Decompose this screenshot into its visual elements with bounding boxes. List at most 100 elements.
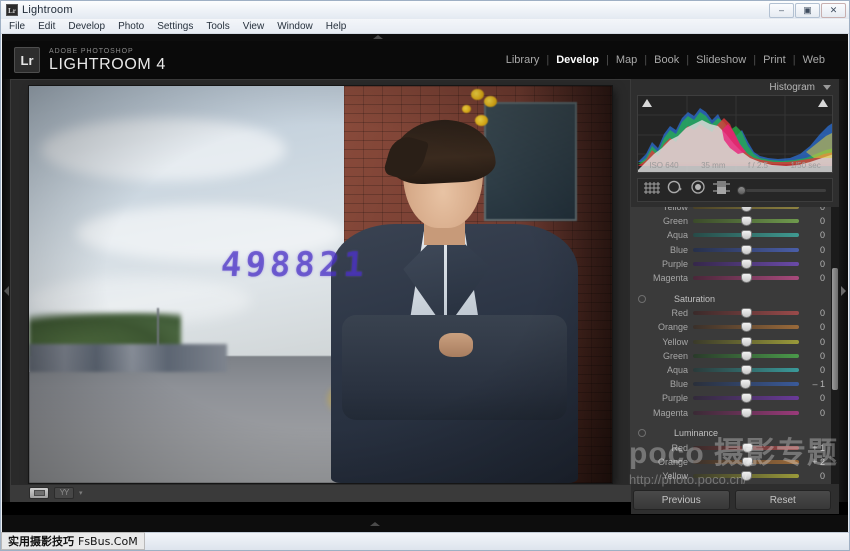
menu-edit[interactable]: Edit <box>38 21 55 32</box>
slider-track[interactable] <box>693 311 799 315</box>
slider-knob[interactable] <box>741 216 752 226</box>
slider-row[interactable]: Blue– 1 <box>631 377 831 391</box>
loupe-view-icon[interactable] <box>29 487 49 499</box>
maximize-button[interactable]: ▣ <box>795 3 820 18</box>
slider-knob[interactable] <box>741 408 752 418</box>
slider-track[interactable] <box>693 325 799 329</box>
slider-value[interactable]: 0 <box>799 230 825 240</box>
slider-row[interactable]: Green0 <box>631 349 831 363</box>
section-header-luminance[interactable]: Luminance <box>631 426 831 441</box>
module-print[interactable]: Print <box>756 54 793 66</box>
menu-file[interactable]: File <box>9 21 25 32</box>
slider-knob[interactable] <box>741 351 752 361</box>
module-library[interactable]: Library <box>499 54 547 66</box>
slider-knob[interactable] <box>741 337 752 347</box>
module-web[interactable]: Web <box>796 54 832 66</box>
slider-row[interactable]: Orange+ 2 <box>631 455 831 469</box>
slider-row[interactable]: Magenta0 <box>631 405 831 419</box>
scrollbar-thumb[interactable] <box>832 268 838 390</box>
slider-track[interactable] <box>693 460 799 464</box>
slider-knob[interactable] <box>741 308 752 318</box>
slider-value[interactable]: 0 <box>799 322 825 332</box>
slider-knob[interactable] <box>741 207 752 212</box>
menu-help[interactable]: Help <box>326 21 347 32</box>
slider-track[interactable] <box>693 368 799 372</box>
close-button[interactable]: ✕ <box>821 3 846 18</box>
menu-view[interactable]: View <box>243 21 265 32</box>
right-panel-scrollbar[interactable] <box>831 207 839 484</box>
slider-row[interactable]: Yellow0 <box>631 469 831 483</box>
slider-value[interactable]: 0 <box>799 337 825 347</box>
slider-row[interactable]: Yellow0 <box>631 335 831 349</box>
slider-row[interactable]: Aqua0 <box>631 228 831 242</box>
slider-knob[interactable] <box>740 379 751 389</box>
chevron-down-icon[interactable]: ▾ <box>79 489 83 497</box>
slider-track[interactable] <box>693 233 799 237</box>
slider-track[interactable] <box>693 446 799 450</box>
module-develop[interactable]: Develop <box>549 54 606 66</box>
slider-row[interactable]: Green+ 13 <box>631 483 831 484</box>
slider-row[interactable]: Purple0 <box>631 391 831 405</box>
previous-button[interactable]: Previous <box>633 490 730 510</box>
reset-button[interactable]: Reset <box>735 490 832 510</box>
left-panel-toggle[interactable] <box>2 79 10 502</box>
slider-track[interactable] <box>693 354 799 358</box>
module-slideshow[interactable]: Slideshow <box>689 54 753 66</box>
slider-row[interactable]: Magenta0 <box>631 271 831 285</box>
menu-photo[interactable]: Photo <box>118 21 144 32</box>
slider-value[interactable]: + 2 <box>799 457 825 467</box>
spot-removal-icon[interactable] <box>667 180 683 200</box>
target-adjustment-icon[interactable] <box>638 429 646 437</box>
slider-track[interactable] <box>693 276 799 280</box>
slider-knob[interactable] <box>741 259 752 269</box>
target-adjustment-icon[interactable] <box>638 295 646 303</box>
slider-row[interactable]: Orange0 <box>631 320 831 334</box>
slider-knob[interactable] <box>742 457 753 467</box>
module-book[interactable]: Book <box>647 54 686 66</box>
minimize-button[interactable]: – <box>769 3 794 18</box>
menu-develop[interactable]: Develop <box>68 21 105 32</box>
slider-knob[interactable] <box>741 365 752 375</box>
slider-track[interactable] <box>693 219 799 223</box>
slider-knob[interactable] <box>741 230 752 240</box>
menu-tools[interactable]: Tools <box>206 21 229 32</box>
slider-value[interactable]: 0 <box>799 259 825 269</box>
slider-value[interactable]: 0 <box>799 471 825 481</box>
menu-settings[interactable]: Settings <box>157 21 193 32</box>
slider-row[interactable]: Blue0 <box>631 243 831 257</box>
slider-row[interactable]: Yellow0 <box>631 207 831 214</box>
slider-track[interactable] <box>693 248 799 252</box>
highlight-clipping-indicator[interactable] <box>818 99 828 107</box>
section-header-saturation[interactable]: Saturation <box>631 291 831 306</box>
menu-window[interactable]: Window <box>277 21 313 32</box>
slider-row[interactable]: Red0 <box>631 306 831 320</box>
slider-value[interactable]: 0 <box>799 308 825 318</box>
slider-value[interactable]: 0 <box>799 216 825 226</box>
top-panel-toggle[interactable] <box>2 34 848 41</box>
slider-knob[interactable] <box>741 322 752 332</box>
compare-view-icon[interactable]: YY <box>54 487 74 499</box>
module-map[interactable]: Map <box>609 54 644 66</box>
chevron-down-icon[interactable] <box>823 85 831 90</box>
slider-value[interactable]: + 1 <box>799 443 825 453</box>
slider-track[interactable] <box>693 474 799 478</box>
slider-knob[interactable] <box>741 393 752 403</box>
slider-value[interactable]: 0 <box>799 245 825 255</box>
slider-row[interactable]: Purple0 <box>631 257 831 271</box>
slider-row[interactable]: Green0 <box>631 214 831 228</box>
red-eye-correction-icon[interactable] <box>690 180 706 200</box>
slider-row[interactable]: Aqua0 <box>631 363 831 377</box>
slider-value[interactable]: – 1 <box>799 379 825 389</box>
photograph[interactable]: 498821 <box>29 86 612 483</box>
slider-row[interactable]: Red+ 1 <box>631 441 831 455</box>
histogram-graph[interactable]: ISO 640 35 mm f / 2.5 1/50 sec <box>637 95 833 173</box>
slider-track[interactable] <box>693 411 799 415</box>
slider-value[interactable]: 0 <box>799 351 825 361</box>
slider-track[interactable] <box>693 396 799 400</box>
adjustment-brush-icon[interactable] <box>737 186 826 195</box>
slider-value[interactable]: 0 <box>799 207 825 212</box>
shadow-clipping-indicator[interactable] <box>642 99 652 107</box>
slider-track[interactable] <box>693 207 799 209</box>
slider-knob[interactable] <box>741 471 752 481</box>
slider-knob[interactable] <box>742 443 753 453</box>
